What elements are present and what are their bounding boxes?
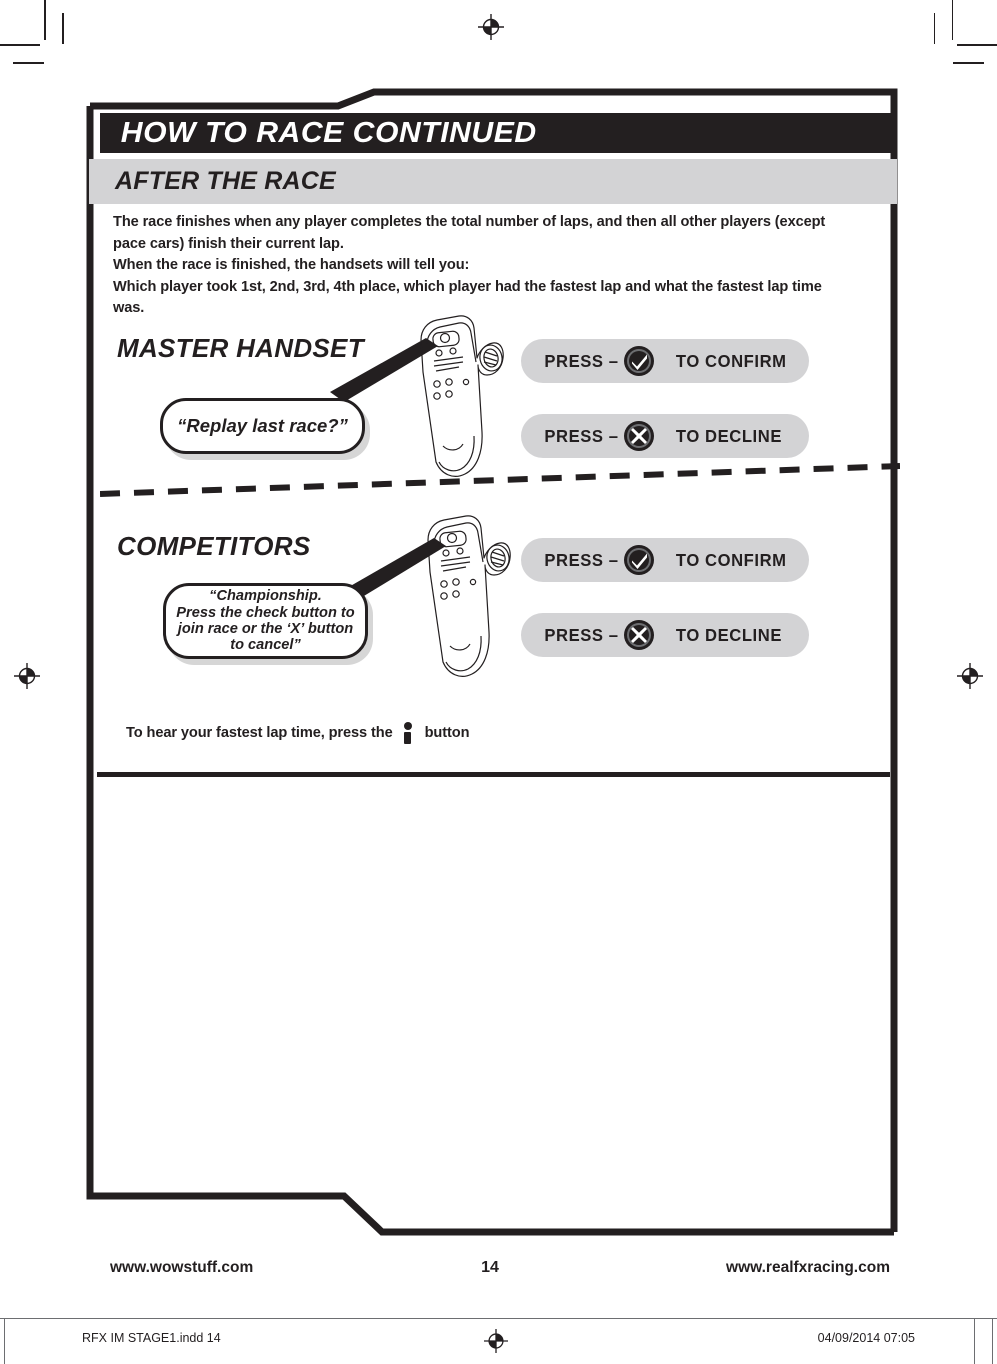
- content-panel-divider: [97, 772, 890, 777]
- slug-tick-right-inner: [974, 1319, 975, 1364]
- competitors-speech-bubble: “Championship. Press the check button to…: [163, 583, 368, 659]
- footer-page-number: 14: [481, 1259, 499, 1276]
- section-band: AFTER THE RACE: [89, 159, 897, 204]
- master-decline-action-label: TO DECLINE: [675, 425, 782, 446]
- master-press-confirm-button[interactable]: PRESS – TO CONFIRM: [521, 339, 809, 383]
- registration-target-icon-left: [14, 663, 40, 689]
- registration-target-icon-slug: [484, 1329, 508, 1358]
- competitors-handset-illustration: [410, 512, 512, 689]
- master-confirm-press-label: PRESS –: [544, 350, 619, 371]
- master-bubble-text: “Replay last race?”: [177, 414, 348, 436]
- registration-target-icon-right: [957, 663, 983, 689]
- master-decline-press-label: PRESS –: [544, 425, 619, 446]
- footer-right-url[interactable]: www.realfxracing.com: [726, 1259, 890, 1277]
- x-circle-icon: [624, 421, 654, 451]
- crop-mark-top-right-horizontal: [957, 44, 997, 46]
- master-handset-heading: MASTER HANDSET: [117, 333, 364, 363]
- master-speech-bubble: “Replay last race?”: [160, 398, 365, 454]
- crop-mark-top-right-horizontal-inner: [953, 62, 984, 64]
- section-title: AFTER THE RACE: [115, 167, 336, 195]
- intro-paragraph: The race finishes when any player comple…: [113, 212, 853, 320]
- slug-filename: RFX IM STAGE1.indd 14: [82, 1331, 221, 1345]
- competitors-press-decline-button[interactable]: PRESS – TO DECLINE: [521, 613, 809, 657]
- production-slug-bar: RFX IM STAGE1.indd 14 04/09/2014 07:05: [0, 1318, 997, 1364]
- slug-timestamp: 04/09/2014 07:05: [817, 1331, 915, 1345]
- master-confirm-action-label: TO CONFIRM: [675, 350, 787, 371]
- page-title: HOW TO RACE CONTINUED: [120, 116, 537, 149]
- competitors-confirm-press-label: PRESS –: [544, 549, 619, 570]
- fastest-lap-note: To hear your fastest lap time, press the…: [126, 722, 469, 744]
- competitors-heading: COMPETITORS: [117, 531, 311, 561]
- fastest-lap-note-before: To hear your fastest lap time, press the: [126, 725, 393, 741]
- check-circle-icon: [624, 545, 654, 575]
- crop-mark-top-left-horizontal-inner: [13, 62, 44, 64]
- competitors-bubble-line-4: to cancel”: [230, 637, 301, 654]
- crop-mark-top-right-vertical: [951, 0, 953, 40]
- page-footer: www.wowstuff.com 14 www.realfxracing.com: [110, 1259, 890, 1277]
- intro-line-1: The race finishes when any player comple…: [113, 214, 826, 252]
- crop-mark-top-left-vertical: [44, 0, 46, 40]
- competitors-bubble-line-3: join race or the ‘X’ button: [177, 621, 354, 637]
- footer-left-url[interactable]: www.wowstuff.com: [110, 1259, 253, 1277]
- page-header-bar: HOW TO RACE CONTINUED: [100, 113, 897, 153]
- crop-mark-top-left-vertical-inner: [62, 13, 64, 44]
- slug-tick-right: [992, 1319, 993, 1364]
- master-press-decline-button[interactable]: PRESS – TO DECLINE: [521, 414, 809, 458]
- section-dashed-divider: [99, 462, 901, 502]
- slug-tick-left: [4, 1319, 5, 1364]
- x-circle-icon: [624, 620, 654, 650]
- check-circle-icon: [624, 346, 654, 376]
- competitors-decline-action-label: TO DECLINE: [675, 624, 782, 645]
- competitors-confirm-action-label: TO CONFIRM: [675, 549, 787, 570]
- competitors-bubble-line-1: “Championship.: [209, 588, 322, 605]
- intro-line-2: When the race is finished, the handsets …: [113, 257, 470, 273]
- registration-target-icon-top: [478, 14, 504, 40]
- crop-mark-top-right-vertical-inner: [933, 13, 935, 44]
- fastest-lap-note-after: button: [424, 725, 470, 741]
- competitors-press-confirm-button[interactable]: PRESS – TO CONFIRM: [521, 538, 809, 582]
- competitors-decline-press-label: PRESS –: [544, 624, 619, 645]
- info-button-icon: [402, 722, 416, 744]
- competitors-bubble-line-2: Press the check button to: [176, 604, 355, 621]
- crop-mark-top-left-horizontal: [0, 44, 40, 46]
